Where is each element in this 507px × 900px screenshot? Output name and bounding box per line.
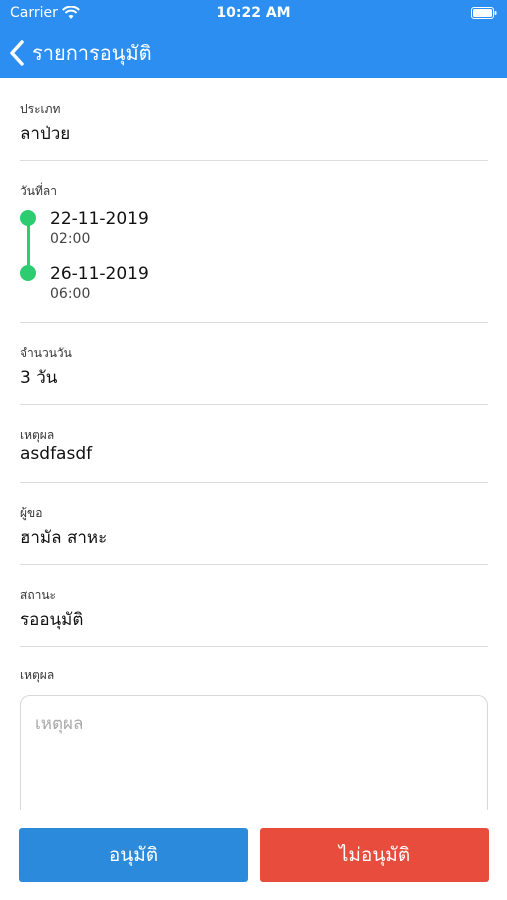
field-value: 3 วัน <box>20 368 58 388</box>
field-value: ลาป่วย <box>20 124 71 144</box>
timeline-start-dot <box>20 210 36 226</box>
field-type: ประเภท ลาป่วย <box>20 78 488 161</box>
status-bar: Carrier 10:22 AM <box>0 0 507 28</box>
page-title: รายการอนุมัติ <box>32 41 152 65</box>
start-date: 22-11-2019 <box>50 209 149 229</box>
field-value: ฮามัล สาหะ <box>20 528 108 548</box>
field-label: วันที่ลา <box>20 184 57 198</box>
field-status: สถานะ รออนุมัติ <box>20 564 488 647</box>
timeline-end-dot <box>20 265 36 281</box>
start-time: 02:00 <box>50 231 91 247</box>
reason-textarea-container <box>20 695 488 810</box>
end-date: 26-11-2019 <box>50 264 149 284</box>
field-reason: เหตุผล asdfasdf <box>20 404 488 483</box>
field-label: สถานะ <box>20 588 56 602</box>
field-label: ประเภท <box>20 102 61 116</box>
action-bar: อนุมัติ ไม่อนุมัติ <box>0 810 507 900</box>
field-requester: ผู้ขอ ฮามัล สาหะ <box>20 482 488 565</box>
detail-content: ประเภท ลาป่วย วันที่ลา 22-11-2019 02:00 … <box>0 78 507 810</box>
status-time: 10:22 AM <box>216 5 291 21</box>
chevron-left-icon <box>10 40 24 66</box>
end-time: 06:00 <box>50 286 91 302</box>
reason-input[interactable] <box>33 708 477 810</box>
field-days: จำนวนวัน 3 วัน <box>20 322 488 405</box>
field-label: เหตุผล <box>20 428 55 442</box>
approver-reason-label: เหตุผล <box>20 668 55 682</box>
approve-button[interactable]: อนุมัติ <box>19 828 248 882</box>
back-button[interactable]: รายการอนุมัติ <box>8 28 152 78</box>
field-label: ผู้ขอ <box>20 506 43 520</box>
navigation-bar: รายการอนุมัติ <box>0 28 507 78</box>
field-value: asdfasdf <box>20 444 93 464</box>
reject-button[interactable]: ไม่อนุมัติ <box>260 828 489 882</box>
battery-icon <box>471 7 497 19</box>
field-label: จำนวนวัน <box>20 346 72 360</box>
status-value: รออนุมัติ <box>20 610 84 630</box>
